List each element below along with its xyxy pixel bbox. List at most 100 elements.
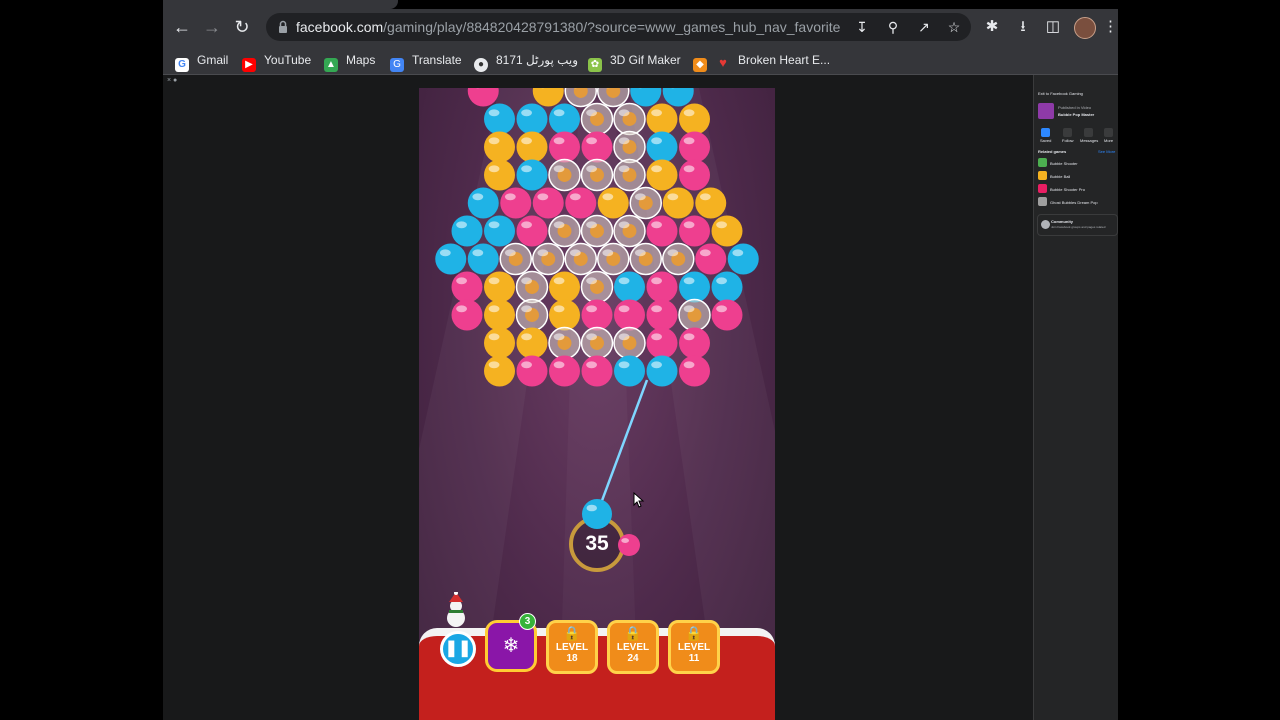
lock-icon (279, 20, 287, 33)
arrow-right-icon: → (203, 17, 221, 37)
bubble (646, 103, 678, 135)
bubble (549, 103, 580, 135)
bubble (565, 187, 597, 219)
bubble (581, 131, 613, 163)
messages-label: Messages (1080, 138, 1099, 143)
follow-icon[interactable] (1063, 128, 1072, 137)
shots-remaining: 35 (585, 532, 609, 555)
mouse-cursor-icon (633, 492, 645, 508)
extensions-icon[interactable]: ✱ (981, 16, 1003, 38)
exit-link[interactable]: Exit to Facebook Gaming (1038, 91, 1083, 96)
see-more-link[interactable]: See More (1098, 149, 1115, 154)
share-icon[interactable]: ↗ (915, 18, 933, 36)
install-app-icon[interactable]: ↧ (853, 18, 871, 36)
bookmark-youtube[interactable]: ▶ YouTube (242, 51, 311, 72)
reload-button[interactable]: ↻ (231, 16, 253, 38)
bubble (679, 159, 710, 191)
lock-icon: 🔒 (624, 625, 642, 641)
related-game-1[interactable]: Bubble Shooter (1050, 161, 1078, 166)
clear-bubble (532, 242, 565, 276)
follow-label: Follow (1062, 138, 1074, 143)
bubble (711, 215, 743, 247)
bubble (679, 271, 710, 303)
pause-button[interactable]: ❚❚ (440, 631, 476, 667)
side-panel-icon[interactable]: ◫ (1042, 16, 1064, 38)
lock-icon: 🔒 (563, 625, 581, 641)
bookmark-shield[interactable]: ◆ (693, 51, 707, 72)
related-game-3[interactable]: Bubble Shooter Pro (1050, 187, 1085, 192)
bubble (549, 355, 580, 387)
clear-bubble (613, 158, 646, 192)
game-thumbnail-icon (1038, 103, 1054, 119)
bubble (451, 299, 483, 331)
game-subtitle: Published in Video (1058, 105, 1092, 110)
forward-button[interactable]: → (201, 16, 223, 38)
clear-bubble (548, 158, 581, 192)
clear-bubble (613, 214, 646, 248)
address-bar[interactable]: facebook.com/gaming/play/884820428791380… (266, 13, 971, 41)
bookmark-broken-heart[interactable]: ♥ Broken Heart E... (716, 51, 830, 70)
current-bubble[interactable] (582, 499, 612, 529)
bubble (646, 271, 678, 303)
bubble (646, 131, 678, 163)
arrow-left-icon: ← (173, 17, 191, 37)
google-icon: G (175, 58, 189, 72)
shield-icon: ◆ (693, 58, 707, 72)
locked-level-24[interactable]: 🔒 LEVEL 24 (607, 620, 659, 674)
related-game-thumb-icon (1038, 197, 1047, 206)
bookmark-3d-gif-maker[interactable]: ✿ 3D Gif Maker (588, 51, 681, 72)
clear-bubble (597, 242, 630, 276)
back-button[interactable]: ← (171, 16, 193, 38)
more-icon[interactable] (1104, 128, 1113, 137)
bubble (451, 271, 483, 303)
bubble (516, 355, 548, 387)
avatar[interactable] (1074, 17, 1096, 39)
bubble (484, 215, 515, 247)
clear-bubble (613, 102, 646, 136)
bookmark-web-portal[interactable]: ● 8171 ویب پورٹل (474, 51, 578, 72)
active-tab[interactable] (163, 0, 398, 9)
clear-bubble (580, 102, 614, 136)
menu-kebab-icon[interactable]: ⋮ (1103, 16, 1118, 38)
bubble (532, 88, 564, 107)
bubble (467, 243, 499, 275)
bubble (646, 327, 678, 359)
bookmark-translate[interactable]: G Translate (390, 51, 462, 72)
bubble (711, 271, 743, 303)
bubble (646, 215, 678, 247)
bubble (549, 299, 580, 331)
url-text[interactable]: facebook.com/gaming/play/884820428791380… (296, 19, 840, 35)
page-content: × ● 35 ❚❚ ❄ 3 🔒 LEVEL 18 🔒 LEVEL 24 🔒 LE… (163, 75, 1118, 720)
messages-icon[interactable] (1084, 128, 1093, 137)
bookmark-maps[interactable]: ▲ Maps (324, 51, 375, 72)
community-icon (1041, 220, 1050, 229)
game-canvas[interactable]: 35 ❚❚ ❄ 3 🔒 LEVEL 18 🔒 LEVEL 24 🔒 LEVEL … (419, 88, 775, 720)
download-icon[interactable]: ⭳ (1012, 16, 1034, 38)
bookmark-gmail[interactable]: G Gmail (175, 51, 228, 72)
save-icon[interactable] (1041, 128, 1050, 137)
community-title: Community (1051, 219, 1073, 224)
bubble (484, 271, 515, 303)
close-overlay-icon[interactable]: × ● (167, 77, 177, 84)
locked-level-18[interactable]: 🔒 LEVEL 18 (546, 620, 598, 674)
clear-bubble (515, 298, 549, 332)
clear-bubble (564, 242, 597, 276)
clear-bubble (613, 326, 646, 360)
clear-bubble (662, 242, 695, 276)
bubble (532, 187, 564, 219)
zoom-icon[interactable]: ⚲ (884, 18, 902, 36)
gaming-sidebar: Exit to Facebook Gaming Published in Vid… (1033, 75, 1118, 720)
bubble (614, 271, 645, 303)
youtube-icon: ▶ (242, 58, 256, 72)
clear-bubble (580, 326, 614, 360)
clear-bubble (580, 214, 614, 248)
clear-bubble (548, 326, 581, 360)
clear-bubble (580, 158, 614, 192)
related-game-thumb-icon (1038, 158, 1047, 167)
related-game-2[interactable]: Bubble Ball (1050, 174, 1070, 179)
browser-toolbar: ← → ↻ facebook.com/gaming/play/884820428… (163, 9, 1118, 45)
related-game-4[interactable]: Ghost Bubbles Dream Pop (1050, 200, 1098, 205)
star-icon[interactable]: ☆ (945, 18, 963, 36)
bubble (467, 88, 499, 107)
locked-level-11[interactable]: 🔒 LEVEL 11 (668, 620, 720, 674)
